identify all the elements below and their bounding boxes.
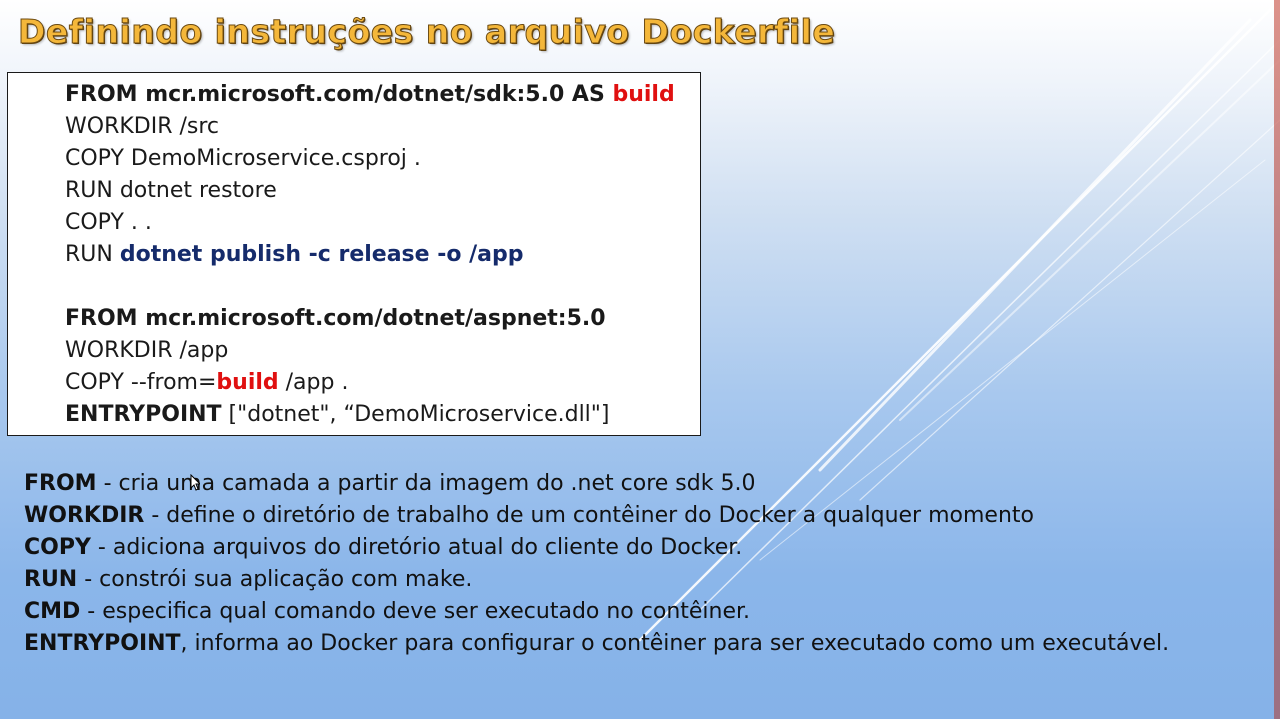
- code-line-copy-from-build: COPY --from=build /app .: [65, 370, 349, 395]
- code-line-run-publish: RUN dotnet publish -c release -o /app: [65, 242, 524, 267]
- slide: Definindo instruções no arquivo Dockerfi…: [0, 0, 1280, 719]
- slide-right-edge: [1274, 0, 1280, 719]
- code-line-entrypoint: ENTRYPOINT ["dotnet", “DemoMicroservice.…: [65, 402, 610, 427]
- desc-copy: COPY - adiciona arquivos do diretório at…: [24, 535, 743, 560]
- code-line-from-aspnet: FROM mcr.microsoft.com/dotnet/aspnet:5.0: [65, 306, 606, 331]
- code-line-copy-all: COPY . .: [65, 210, 152, 235]
- dockerfile-code-box: FROM mcr.microsoft.com/dotnet/sdk:5.0 AS…: [7, 72, 701, 436]
- desc-entrypoint: ENTRYPOINT, informa ao Docker para confi…: [24, 631, 1170, 656]
- publish-command: dotnet publish -c release -o /app: [119, 242, 524, 267]
- build-alias: build: [612, 82, 675, 107]
- desc-workdir: WORKDIR - define o diretório de trabalho…: [24, 503, 1034, 528]
- slide-title: Definindo instruções no arquivo Dockerfi…: [17, 12, 836, 52]
- desc-run: RUN - constrói sua aplicação com make.: [24, 567, 473, 592]
- desc-from: FROM - cria uma camada a partir da image…: [24, 471, 756, 496]
- code-line-workdir-src: WORKDIR /src: [65, 114, 220, 139]
- mouse-cursor-icon: [190, 474, 200, 491]
- code-line-from-sdk: FROM mcr.microsoft.com/dotnet/sdk:5.0 AS…: [65, 82, 675, 107]
- code-line-copy-csproj: COPY DemoMicroservice.csproj .: [65, 146, 421, 171]
- desc-cmd: CMD - especifica qual comando deve ser e…: [24, 599, 751, 624]
- code-line-run-restore: RUN dotnet restore: [65, 178, 277, 203]
- build-alias-ref: build: [216, 370, 279, 395]
- code-line-workdir-app: WORKDIR /app: [65, 338, 229, 363]
